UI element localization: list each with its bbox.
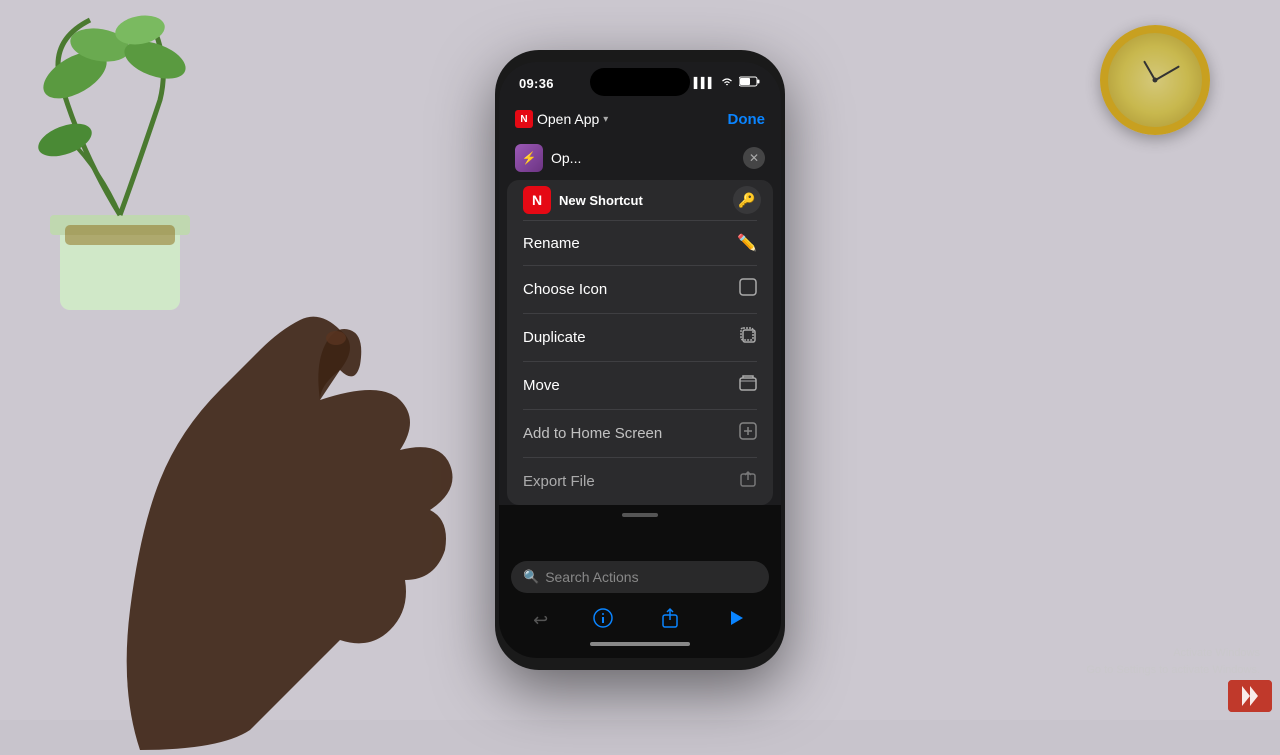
hand-overlay [60,190,480,750]
clock-minute-hand [1155,65,1180,80]
close-button[interactable]: ✕ [743,147,765,169]
open-app-label: Open App [537,111,599,127]
rename-label: Rename [523,235,580,252]
menu-item-duplicate[interactable]: Duplicate [507,314,773,361]
status-icons: ▌▌▌ [694,76,761,90]
export-label: Export File [523,473,595,490]
nav-share-icon[interactable] [659,607,681,634]
search-icon: 🔍 [523,569,539,585]
windows-line2: Go to Settings to activate Windows. [1086,662,1260,680]
shortcut-title: New Shortcut [559,193,643,208]
op-row: ⚡ Op... ✕ [499,136,781,180]
clock-center [1153,78,1158,83]
menu-item-move[interactable]: Move [507,362,773,409]
nav-info-icon[interactable] [592,607,614,634]
shortcut-app-icon: N [523,186,551,214]
op-text: Op... [551,150,581,166]
chevron-down-icon: ▾ [603,114,608,125]
shortcut-key-icon[interactable]: 🔑 [733,186,761,214]
choose-icon-icon [739,278,757,301]
duplicate-icon [739,326,757,349]
add-home-label: Add to Home Screen [523,425,662,442]
context-menu: Rename ✏️ Choose Icon Duplicate [507,220,773,505]
phone-frame: 09:36 ▌▌▌ [495,50,785,670]
op-shortcut-icon: ⚡ [515,144,543,172]
shortcut-title-block: New Shortcut [559,193,643,208]
nav-back-icon[interactable]: ↩ [533,610,548,631]
shortcut-left-section: N New Shortcut [523,186,643,214]
home-indicator [511,638,769,646]
search-actions-bar[interactable]: 🔍 Search Actions [511,561,769,593]
home-indicator-bar [590,642,690,646]
menu-item-add-home[interactable]: Add to Home Screen [507,410,773,457]
signal-icon: ▌▌▌ [694,78,715,89]
add-home-icon [739,422,757,445]
netflix-icon: N [515,110,533,128]
battery-icon [739,76,761,90]
done-button[interactable]: Done [728,111,766,128]
menu-item-export[interactable]: Export File [507,458,773,505]
bottom-nav: ↩ [511,603,769,638]
rename-icon: ✏️ [737,233,757,253]
thumbnail-corner [1228,680,1272,712]
clock-decoration [1100,25,1210,135]
top-nav-bar: N Open App ▾ Done [499,106,781,136]
drag-handle [622,513,658,517]
bottom-area: 🔍 Search Actions ↩ [499,553,781,658]
phone-screen: 09:36 ▌▌▌ [499,62,781,658]
open-app-button[interactable]: N Open App ▾ [515,110,608,128]
search-actions-text: Search Actions [545,569,638,585]
dynamic-island [590,68,690,96]
choose-icon-label: Choose Icon [523,281,607,298]
op-icon-label: ⚡ [522,151,537,165]
duplicate-label: Duplicate [523,329,586,346]
menu-item-rename[interactable]: Rename ✏️ [507,221,773,265]
wifi-icon [720,77,734,90]
export-icon [739,470,757,493]
windows-line1: Activate Windows [1086,645,1260,663]
phone-content: N Open App ▾ Done ⚡ Op... ✕ N [499,106,781,658]
move-icon [739,374,757,397]
windows-watermark: Activate Windows Go to Settings to activ… [1086,645,1260,680]
move-label: Move [523,377,560,394]
nav-play-icon[interactable] [725,607,747,634]
menu-item-choose-icon[interactable]: Choose Icon [507,266,773,313]
status-time: 09:36 [519,76,554,91]
shortcut-context-header: N New Shortcut 🔑 [507,180,773,220]
